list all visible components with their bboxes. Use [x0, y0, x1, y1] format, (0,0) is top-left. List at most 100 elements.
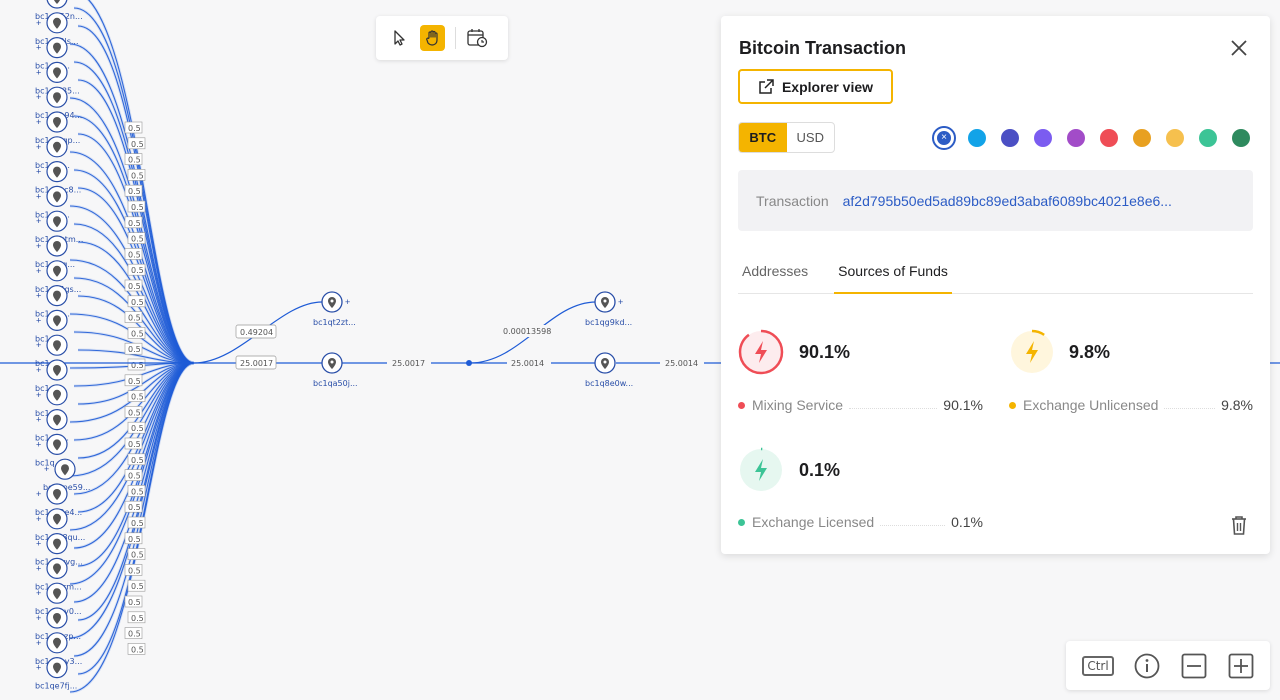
exchange-unlicensed-percent: 9.8% — [1069, 342, 1111, 362]
edge-value-label: 0.5 — [127, 295, 146, 308]
svg-text:0.5: 0.5 — [131, 487, 144, 496]
svg-text:+: + — [36, 92, 41, 102]
input-edges: 0.5 0.5 0.5 0.5 0.5 0.5 0.5 0.5 0.5 0.5 0.5 0.5 0.5 0… — [69, 0, 195, 694]
edge-value-label: 0.5 — [127, 169, 146, 181]
svg-text:0.5: 0.5 — [128, 314, 141, 323]
svg-text:0.5: 0.5 — [131, 235, 144, 244]
svg-text:0.5: 0.5 — [131, 582, 144, 591]
svg-text:0.5: 0.5 — [128, 598, 141, 607]
exchange-licensed-ring — [738, 447, 784, 493]
edge-value-label: 0.5 — [127, 263, 146, 276]
svg-text:0.5: 0.5 — [131, 329, 144, 338]
exchange-unlicensed-ring — [1009, 329, 1055, 375]
transaction-box: Transaction af2d795b50ed5ad89bc89ed3abaf… — [738, 170, 1253, 231]
select-tool-button[interactable] — [386, 25, 412, 51]
color-swatch[interactable] — [1166, 129, 1184, 147]
zoom-controls: Ctrl — [1066, 641, 1270, 690]
graph-toolbar — [376, 16, 508, 60]
edge-value-label: 0.5 — [124, 184, 143, 197]
edge-value-label: 0.5 — [124, 532, 143, 545]
mixing-service-legend: Mixing Service 90.1% — [738, 397, 983, 413]
mixing-service-ring — [738, 329, 784, 375]
svg-text:+: + — [36, 588, 41, 598]
edge-value-label: 0.5 — [124, 374, 143, 387]
transaction-label: Transaction — [756, 192, 829, 209]
svg-text:0.5: 0.5 — [128, 219, 141, 228]
svg-text:0.5: 0.5 — [131, 551, 144, 560]
svg-text:0.5: 0.5 — [131, 140, 144, 149]
currency-usd[interactable]: USD — [787, 123, 835, 152]
color-swatch[interactable] — [1067, 129, 1085, 147]
svg-text:0.5: 0.5 — [128, 282, 141, 291]
exchange-licensed-legend: Exchange Licensed 0.1% — [738, 514, 983, 530]
currency-btc[interactable]: BTC — [739, 123, 787, 152]
svg-text:0.5: 0.5 — [128, 503, 141, 512]
tab-sources-of-funds[interactable]: Sources of Funds — [834, 262, 952, 294]
exchange-unlicensed-value: 9.8% — [1221, 397, 1253, 413]
info-icon[interactable] — [1134, 653, 1160, 679]
svg-text:+: + — [36, 0, 41, 3]
color-swatch[interactable] — [1001, 129, 1019, 147]
edge-value-label: 0.5 — [127, 390, 146, 402]
svg-text:0.5: 0.5 — [131, 361, 144, 370]
svg-text:0.5: 0.5 — [131, 203, 144, 212]
svg-text:+: + — [36, 266, 41, 276]
exchange-licensed-percent: 0.1% — [799, 460, 841, 480]
trash-icon[interactable] — [1229, 514, 1249, 536]
ctrl-key-icon[interactable]: Ctrl — [1082, 655, 1114, 676]
edge-value-label: 0.5 — [127, 453, 146, 466]
edge-label-branch: 0.00013598 — [503, 327, 551, 336]
edge-value-label: 0.5 — [124, 406, 143, 418]
edge-value-label: 0.5 — [124, 311, 143, 323]
color-swatch[interactable] — [1133, 129, 1151, 147]
edge-value-label: 0.5 — [127, 421, 146, 434]
color-swatch[interactable] — [968, 129, 986, 147]
svg-text:0.5: 0.5 — [131, 298, 144, 307]
edge-value-label: 0.5 — [124, 595, 143, 608]
edge-value-label: 0.5 — [124, 627, 143, 639]
toolbar-divider — [455, 27, 457, 49]
svg-text:+: + — [36, 216, 41, 226]
legend-dot — [738, 518, 745, 526]
explorer-view-label: Explorer view — [781, 78, 874, 95]
external-link-icon — [759, 78, 774, 94]
edge-value-label: 0.5 — [124, 279, 143, 292]
color-swatch[interactable] — [1232, 129, 1250, 147]
zoom-in-icon[interactable] — [1228, 653, 1254, 679]
svg-text:0.5: 0.5 — [128, 472, 141, 481]
address-node: + bc1qt2zt... — [313, 291, 356, 327]
address-label: bc1qe7fj... — [35, 682, 77, 691]
color-swatch[interactable] — [1034, 129, 1052, 147]
graph-nodes[interactable]: + bc1qt2zt... bc1qa50j... + bc1qg9kd... … — [313, 291, 633, 388]
pan-tool-button[interactable] — [419, 25, 446, 51]
svg-text:0.5: 0.5 — [131, 645, 144, 654]
exchange-unlicensed-legend: Exchange Unlicensed 9.8% — [1009, 397, 1253, 413]
transaction-hash-link[interactable]: af2d795b50ed5ad89bc89ed3abaf6089bc4021e8… — [843, 193, 1172, 209]
zoom-out-icon[interactable] — [1181, 653, 1207, 679]
address-node: bc1q8e0w... — [585, 352, 633, 388]
edge-value-label: 0.5 — [127, 137, 146, 150]
explorer-view-button[interactable]: Explorer view — [738, 69, 893, 104]
svg-text:0.5: 0.5 — [128, 440, 141, 449]
date-filter-button[interactable] — [464, 25, 490, 51]
svg-text:0.5: 0.5 — [131, 266, 144, 275]
edge-value-label: 0.5 — [124, 121, 143, 134]
edge-value-label: 0.5 — [127, 516, 146, 529]
calendar-clock-icon — [467, 29, 488, 48]
svg-text:+: + — [36, 142, 41, 152]
color-swatch[interactable] — [1100, 129, 1118, 147]
svg-text:+: + — [36, 638, 41, 648]
edge-value-label: 0.5 — [127, 643, 146, 655]
svg-text:0.5: 0.5 — [128, 408, 141, 417]
close-icon[interactable] — [1228, 37, 1250, 59]
tab-addresses[interactable]: Addresses — [738, 262, 812, 294]
color-swatch[interactable] — [1199, 129, 1217, 147]
svg-text:0.5: 0.5 — [128, 250, 141, 259]
color-swatch-selected[interactable]: × — [932, 126, 956, 150]
edge-value-label: 0.5 — [127, 548, 146, 560]
svg-text:+: + — [36, 191, 41, 201]
svg-text:0.5: 0.5 — [128, 535, 141, 544]
svg-text:0.5: 0.5 — [131, 393, 144, 402]
cursor-icon — [394, 30, 405, 46]
currency-toggle: BTC USD — [738, 122, 835, 153]
